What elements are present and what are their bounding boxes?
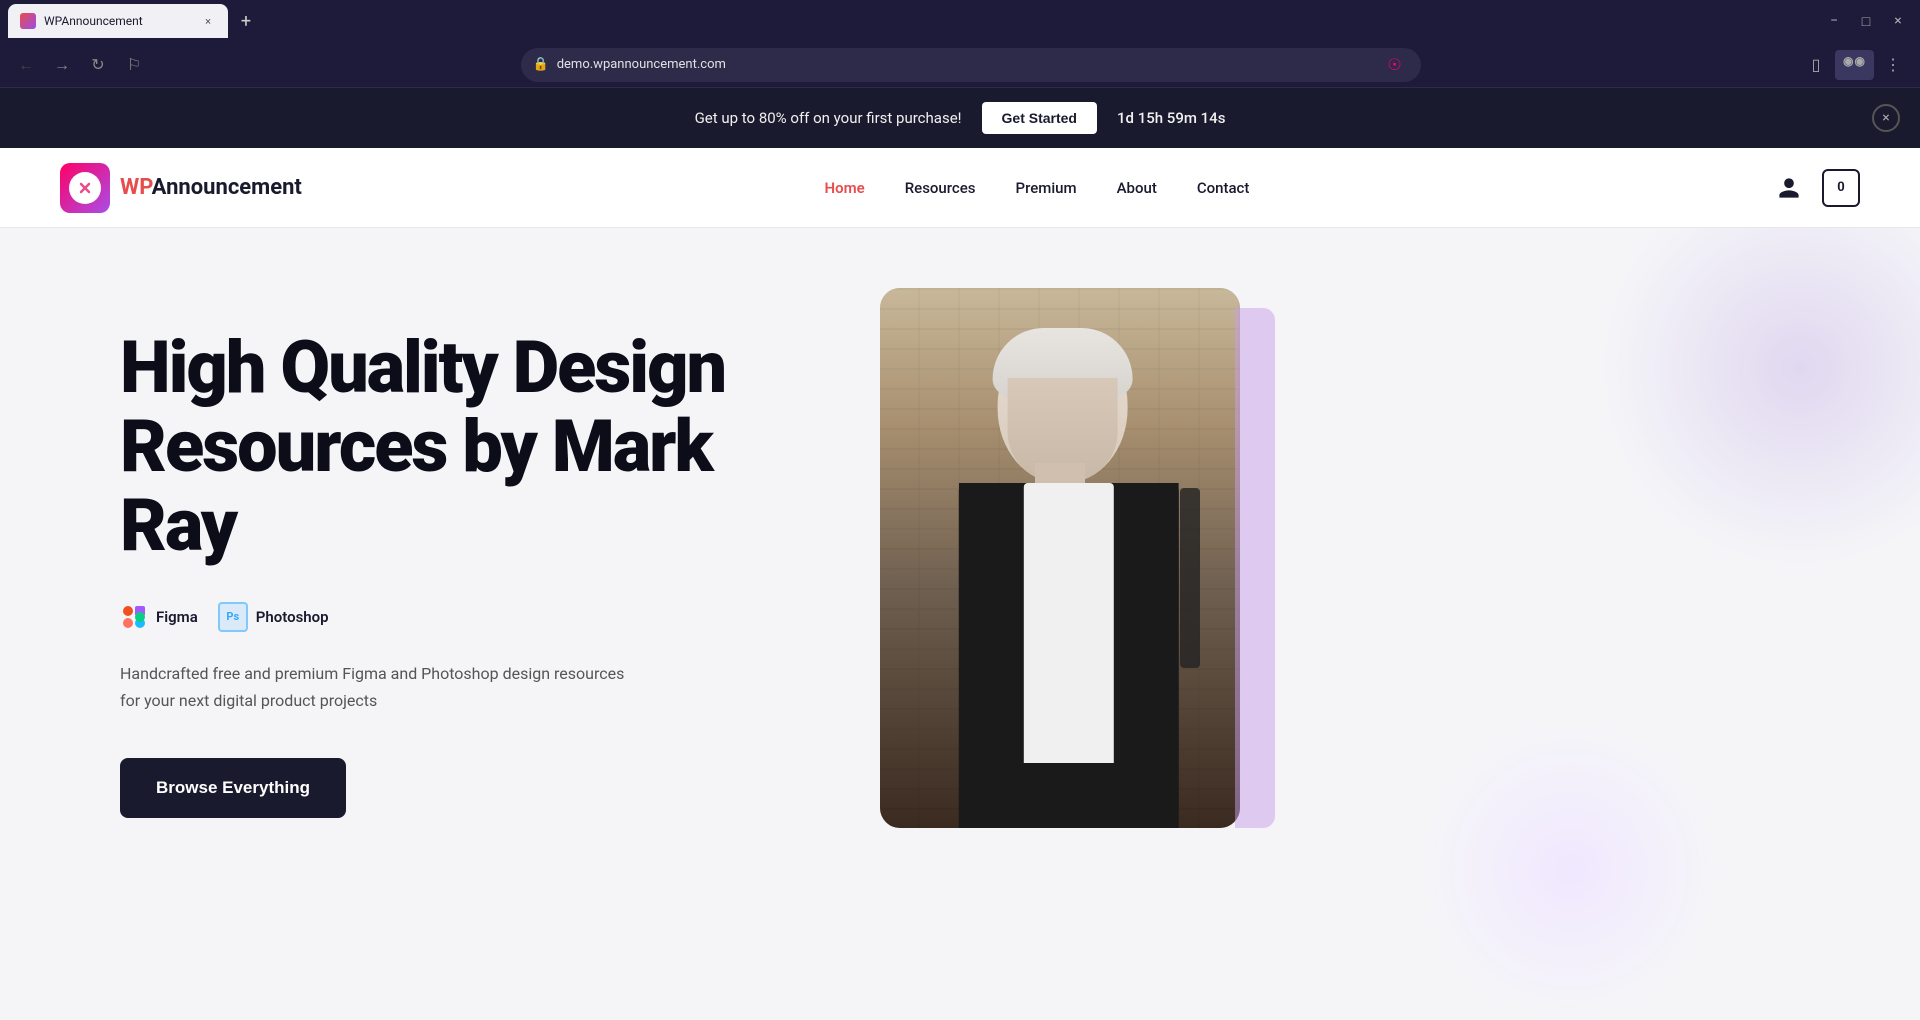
figma-badge: Figma [120,603,198,631]
hero-badges: Figma Ps Photoshop [120,602,820,632]
security-lock-icon: 🔒 [533,57,549,72]
figma-icon [120,603,148,631]
hero-image-area [880,288,1260,848]
blob-2 [1420,720,1720,1020]
logo-text: WPAnnouncement [120,175,302,200]
browser-frame: WPAnnouncement × + − □ × ← → ↻ ⚐ 🔒 demo.… [0,0,1920,1020]
maximize-button[interactable]: □ [1852,7,1880,35]
hero-section: High Quality Design Resources by Mark Ra… [0,228,1920,1020]
nav-about[interactable]: About [1117,179,1157,197]
bookmark-button[interactable]: ⚐ [120,51,148,79]
get-started-button[interactable]: Get Started [982,102,1097,134]
tab-bar: WPAnnouncement × + [8,4,1808,38]
profiles-button[interactable]: ▯ [1801,50,1831,80]
site-navigation: Home Resources Premium About Contact [825,179,1250,197]
site-header: WPAnnouncement Home Resources Premium Ab… [0,148,1920,228]
url-display: demo.wpannouncement.com [557,57,1373,72]
forward-button[interactable]: → [48,51,76,79]
announcement-close-button[interactable]: × [1872,104,1900,132]
user-account-button[interactable] [1772,171,1806,205]
jacket-left-lapel [959,483,1019,603]
active-tab[interactable]: WPAnnouncement × [8,4,228,38]
browse-everything-button[interactable]: Browse Everything [120,758,346,818]
tab-close-icon[interactable]: × [200,13,216,29]
minimize-button[interactable]: − [1820,7,1848,35]
hero-title: High Quality Design Resources by Mark Ra… [120,328,820,566]
nav-premium[interactable]: Premium [1016,179,1077,197]
cart-button[interactable]: 0 [1822,169,1860,207]
browser-titlebar: WPAnnouncement × + − □ × [0,0,1920,42]
hero-content: High Quality Design Resources by Mark Ra… [120,288,820,818]
backpack-strap [1180,488,1200,668]
jacket-right-lapel [1119,483,1179,603]
photoshop-badge: Ps Photoshop [218,602,329,632]
address-bar[interactable]: 🔒 demo.wpannouncement.com ☉ [521,48,1421,82]
nav-home[interactable]: Home [825,179,865,197]
person-jacket [959,483,1179,828]
new-tab-button[interactable]: + [232,7,260,35]
announcement-bar: Get up to 80% off on your first purchase… [0,88,1920,148]
header-actions: 0 [1772,169,1860,207]
logo-icon [60,163,110,213]
person-shirt [1024,483,1114,763]
back-button[interactable]: ← [12,51,40,79]
hero-person-bg [880,288,1240,828]
person-head [998,328,1128,483]
tab-favicon-icon [20,13,36,29]
window-controls: − □ × [1820,7,1912,35]
cart-count: 0 [1837,180,1844,195]
logo[interactable]: WPAnnouncement [60,163,302,213]
reader-view-button[interactable]: ◉◉ [1835,50,1874,80]
brave-shield-button[interactable]: ☉ [1381,51,1409,79]
logo-inner-icon [69,172,101,204]
countdown-timer: 1d 15h 59m 14s [1117,109,1225,127]
hero-description: Handcrafted free and premium Figma and P… [120,660,640,714]
website-content: Get up to 80% off on your first purchase… [0,88,1920,1020]
nav-resources[interactable]: Resources [905,179,976,197]
tab-title: WPAnnouncement [44,14,192,28]
extensions-button[interactable]: ⋮ [1878,50,1908,80]
brave-shield-icon: ☉ [1387,55,1401,74]
hero-image-decoration [1235,308,1275,828]
figma-label: Figma [156,608,198,626]
browser-addressbar: ← → ↻ ⚐ 🔒 demo.wpannouncement.com ☉ ▯ ◉◉… [0,42,1920,88]
photoshop-icon: Ps [218,602,248,632]
nav-contact[interactable]: Contact [1197,179,1250,197]
close-button[interactable]: × [1884,7,1912,35]
browser-toolbar-right: ▯ ◉◉ ⋮ [1801,50,1908,80]
blob-1 [1600,228,1920,568]
photoshop-label: Photoshop [256,608,329,626]
hero-image-card [880,288,1240,828]
announcement-text: Get up to 80% off on your first purchase… [695,109,962,127]
reload-button[interactable]: ↻ [84,51,112,79]
